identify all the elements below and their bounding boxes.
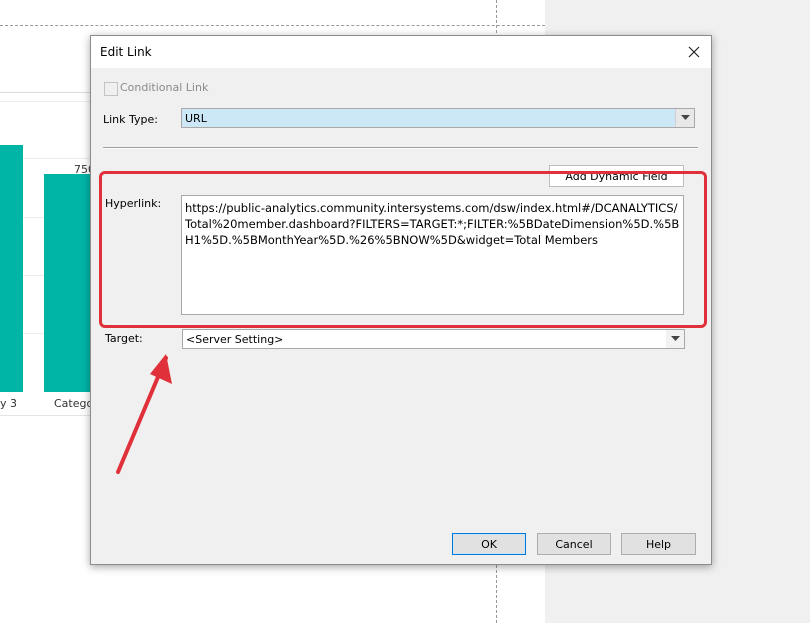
close-button[interactable] [683,41,705,63]
chart-bar [0,145,23,392]
target-label: Target: [105,332,143,345]
hyperlink-label: Hyperlink: [105,197,162,210]
ok-button[interactable]: OK [452,533,526,555]
dialog-title-bar[interactable]: Edit Link [91,36,711,68]
hyperlink-textarea[interactable]: https://public-analytics.community.inter… [181,195,684,315]
separator [103,147,698,149]
page-margin-guide-horizontal [0,25,545,26]
add-dynamic-field-button[interactable]: Add Dynamic Field [549,165,684,187]
conditional-link-checkbox[interactable] [104,82,118,96]
chart-bar [44,174,92,392]
conditional-link-label: Conditional Link [120,81,209,94]
chart-category-label: y 3 [0,397,18,410]
link-type-label: Link Type: [103,113,158,126]
link-type-value: URL [185,112,207,125]
help-button[interactable]: Help [621,533,696,555]
target-value: <Server Setting> [186,333,284,346]
chevron-down-icon[interactable] [675,109,694,127]
dialog-title: Edit Link [100,45,152,59]
cancel-button[interactable]: Cancel [537,533,611,555]
close-icon [688,46,700,58]
chart-category-label: Catego [54,397,94,410]
edit-link-dialog: Edit Link Conditional Link Link Type: UR… [90,35,712,565]
target-select[interactable]: <Server Setting> [182,329,685,349]
link-type-select[interactable]: URL [181,108,695,128]
chevron-down-icon[interactable] [666,330,684,348]
